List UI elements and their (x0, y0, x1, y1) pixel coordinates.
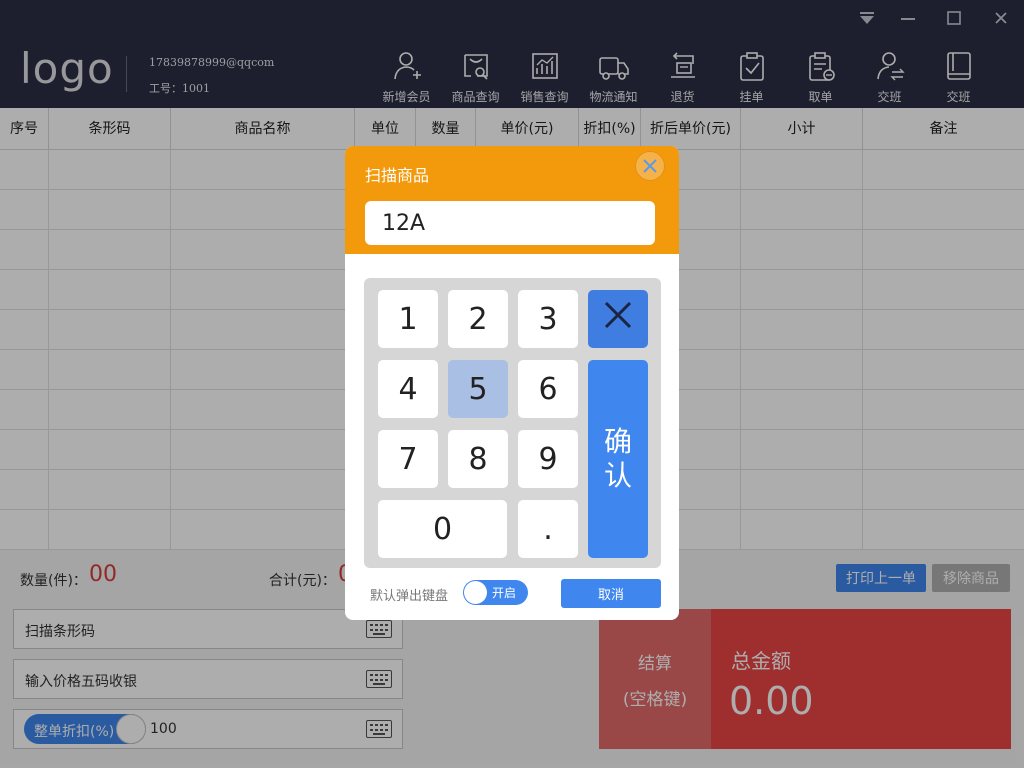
confirm-button[interactable]: 确 认 (588, 360, 648, 558)
key-8[interactable]: 8 (448, 430, 508, 488)
dialog-header: 扫描商品 (345, 146, 679, 254)
key-dot[interactable]: . (518, 500, 578, 558)
dialog-title: 扫描商品 (365, 166, 430, 185)
key-3[interactable]: 3 (518, 290, 578, 348)
key-1[interactable]: 1 (378, 290, 438, 348)
key-0[interactable]: 0 (378, 500, 507, 558)
key-9[interactable]: 9 (518, 430, 578, 488)
key-6[interactable]: 6 (518, 360, 578, 418)
default-keyboard-switch[interactable]: 开启 (463, 580, 528, 605)
default-keyboard-label: 默认弹出键盘 (370, 589, 449, 604)
key-4[interactable]: 4 (378, 360, 438, 418)
cancel-button[interactable]: 取消 (561, 579, 661, 608)
switch-state: 开启 (492, 586, 517, 600)
backspace-button[interactable] (588, 290, 648, 348)
scan-product-dialog: 扫描商品 1 2 3 4 5 6 确 认 7 8 9 0 . 默认弹出键盘 开启… (345, 146, 679, 620)
key-5[interactable]: 5 (448, 360, 508, 418)
numeric-keypad: 1 2 3 4 5 6 确 认 7 8 9 0 . (364, 278, 661, 568)
key-7[interactable]: 7 (378, 430, 438, 488)
delete-icon (604, 301, 632, 329)
switch-knob (464, 581, 487, 604)
close-icon (643, 159, 657, 173)
scan-input[interactable] (365, 201, 655, 245)
key-2[interactable]: 2 (448, 290, 508, 348)
dialog-close-button[interactable] (635, 151, 665, 181)
